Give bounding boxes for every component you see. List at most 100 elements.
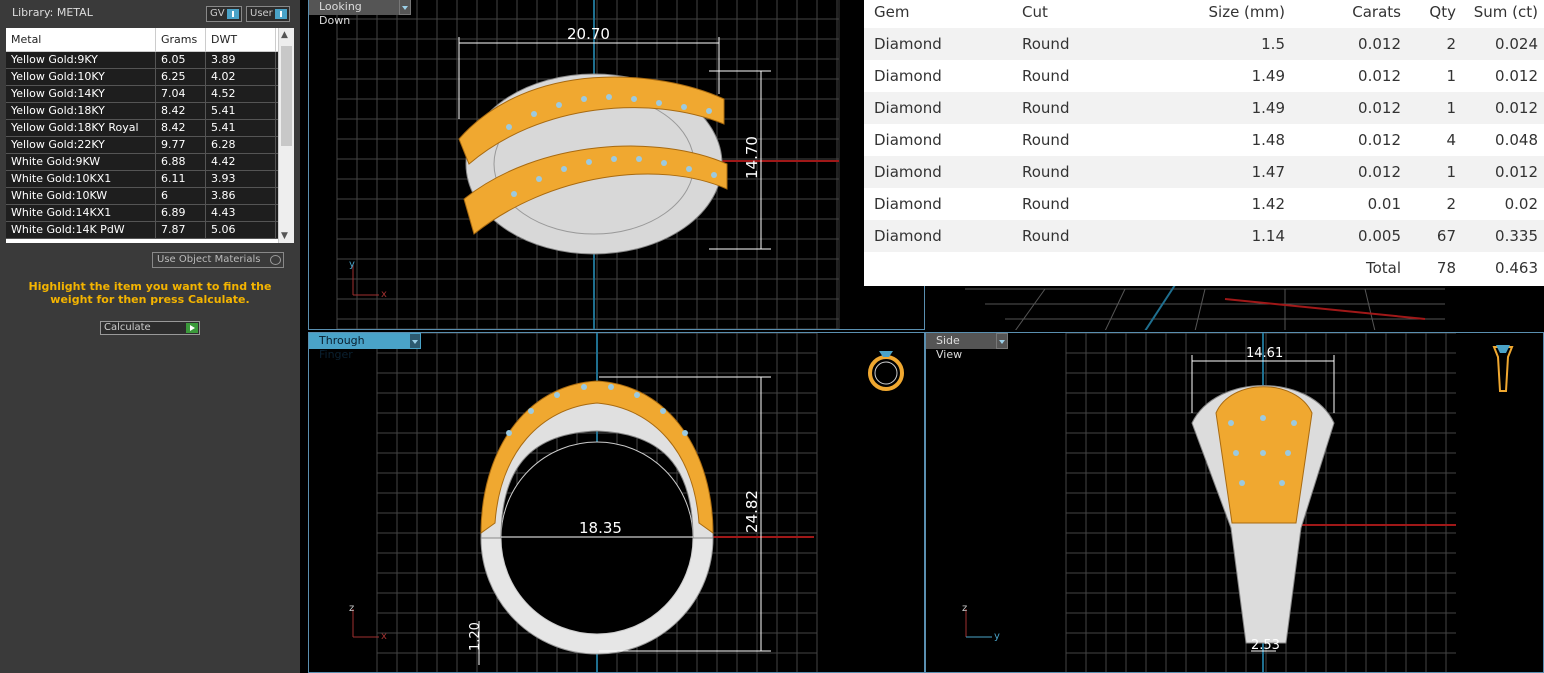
- carats-cell: 0.012: [1358, 99, 1401, 117]
- axis-z-label: z: [349, 603, 354, 614]
- grams-cell: 6.05: [156, 52, 206, 68]
- gem-cell: Diamond: [874, 35, 942, 53]
- qty-cell: 1: [1446, 99, 1456, 117]
- cut-cell: Cut: [1022, 3, 1048, 21]
- gem-cell: Diamond: [874, 99, 942, 117]
- metal-name-cell: White Gold:14K PdW: [6, 222, 156, 238]
- size-cell: 1.48: [1251, 131, 1285, 149]
- metal-name-cell: White Gold:10KX1: [6, 171, 156, 187]
- user-toggle[interactable]: User: [246, 6, 290, 22]
- gem-table-row: Diamond Round 1.48 0.012 4 0.048: [864, 124, 1544, 156]
- scroll-up-icon[interactable]: ▲: [281, 30, 288, 40]
- metal-table-scrollbar[interactable]: ▲ ▼: [278, 28, 294, 243]
- metal-table-row[interactable]: Yellow Gold:10KY 6.25 4.02: [6, 69, 294, 86]
- axis-x-label-2: x: [381, 631, 387, 642]
- gem-table-row: Diamond Round 1.42 0.01 2 0.02: [864, 188, 1544, 220]
- metal-table-row[interactable]: Yellow Gold:18KY Royal 8.42 5.41: [6, 120, 294, 137]
- gv-toggle[interactable]: GV: [206, 6, 242, 22]
- dwt-cell: 4.52: [206, 86, 276, 102]
- scroll-down-icon[interactable]: ▼: [281, 231, 288, 241]
- metal-name-cell: White Gold:14KX1: [6, 205, 156, 221]
- toggle-switch-icon: [227, 9, 239, 19]
- size-cell: 1.49: [1251, 67, 1285, 85]
- axis-z-label-2: z: [962, 603, 967, 614]
- user-toggle-label: User: [250, 8, 273, 19]
- front-view-canvas[interactable]: 18.35 24.82 1.20 z x: [309, 333, 925, 673]
- viewport-side-view[interactable]: 14.61 2.53 z y Side View: [925, 332, 1544, 673]
- gem-table-row: Diamond Round 1.14 0.005 67 0.335: [864, 220, 1544, 252]
- metal-table-row[interactable]: White Gold:14KX1 6.89 4.43: [6, 205, 294, 222]
- sum-cell: Sum (ct): [1473, 3, 1538, 21]
- radio-icon: [270, 255, 281, 265]
- dwt-cell: 3.93: [206, 171, 276, 187]
- chevron-down-icon[interactable]: [409, 333, 421, 349]
- gem-cell: Diamond: [874, 131, 942, 149]
- side-view-canvas[interactable]: 14.61 2.53 z y: [926, 333, 1544, 673]
- viewport-looking-down[interactable]: 20.70 14.70 y x Looking Down: [308, 0, 925, 330]
- dwt-cell: 4.02: [206, 69, 276, 85]
- gem-table-row: Diamond Round 1.49 0.012 1 0.012: [864, 92, 1544, 124]
- size-cell: 1.14: [1251, 227, 1285, 245]
- carats-cell: 0.012: [1358, 67, 1401, 85]
- grams-cell: 7.04: [156, 86, 206, 102]
- metal-table-row[interactable]: White Gold:10KW 6 3.86: [6, 188, 294, 205]
- top-view-canvas[interactable]: 20.70 14.70 y x: [309, 0, 925, 330]
- view-label-through-finger[interactable]: Through Finger: [309, 333, 421, 361]
- cut-cell: Round: [1022, 131, 1070, 149]
- carats-cell: 0.01: [1367, 195, 1401, 213]
- viewport-through-finger[interactable]: 18.35 24.82 1.20 z x Through Finger: [308, 332, 925, 673]
- metal-name-cell: Yellow Gold:18KY: [6, 103, 156, 119]
- use-object-materials-toggle[interactable]: Use Object Materials: [152, 252, 284, 268]
- chevron-down-icon[interactable]: [996, 333, 1008, 349]
- metal-table-row[interactable]: Yellow Gold:22KY 9.77 6.28: [6, 137, 294, 154]
- size-cell: 1.49: [1251, 99, 1285, 117]
- gem-table-row: Diamond Round 1.5 0.012 2 0.024: [864, 28, 1544, 60]
- sum-cell: 0.02: [1504, 195, 1538, 213]
- grams-cell: 6: [156, 188, 206, 204]
- column-header-metal[interactable]: Metal: [6, 28, 156, 51]
- view-label-looking-down[interactable]: Looking Down: [309, 0, 411, 27]
- grams-cell: 8.42: [156, 103, 206, 119]
- qty-cell: Qty: [1429, 3, 1456, 21]
- ring-thumbnail-icon: [868, 351, 904, 391]
- metal-name-cell: Yellow Gold:10KY: [6, 69, 156, 85]
- chevron-down-icon[interactable]: [399, 0, 411, 15]
- qty-cell: 1: [1446, 163, 1456, 181]
- metal-table-row[interactable]: Yellow Gold:9KY 6.05 3.89: [6, 52, 294, 69]
- app-window: Library: METAL GV User Metal Grams DWT Y…: [0, 0, 1544, 673]
- sum-cell: 0.024: [1495, 35, 1538, 53]
- carats-cell: 0.012: [1358, 163, 1401, 181]
- qty-cell: 4: [1446, 131, 1456, 149]
- dim-height-label-2: 24.82: [743, 490, 761, 533]
- library-title: Library: METAL: [12, 6, 93, 19]
- metal-table-row[interactable]: White Gold:9KW 6.88 4.42: [6, 154, 294, 171]
- column-header-dwt[interactable]: DWT: [206, 28, 276, 51]
- qty-cell: 67: [1436, 227, 1456, 245]
- dwt-cell: 5.41: [206, 103, 276, 119]
- carats-cell: 0.012: [1358, 35, 1401, 53]
- sum-cell: 0.048: [1495, 131, 1538, 149]
- column-header-grams[interactable]: Grams: [156, 28, 206, 51]
- calculate-button[interactable]: Calculate: [100, 321, 200, 335]
- scroll-thumb[interactable]: [281, 46, 292, 146]
- view-label-text: Side View: [936, 334, 963, 361]
- axis-y-label: y: [349, 259, 355, 270]
- metal-table-row[interactable]: White Gold:14K PdW 7.87 5.06: [6, 222, 294, 239]
- cut-cell: Round: [1022, 195, 1070, 213]
- metal-table[interactable]: Metal Grams DWT Yellow Gold:9KY 6.05 3.89 Y…: [6, 28, 294, 243]
- metal-table-row[interactable]: White Gold:10KX1 6.11 3.93: [6, 171, 294, 188]
- dwt-cell: 5.06: [206, 222, 276, 238]
- metal-name-cell: White Gold:9KW: [6, 154, 156, 170]
- gv-toggle-label: GV: [210, 8, 225, 19]
- view-label-side-view[interactable]: Side View: [926, 333, 1008, 361]
- metal-table-row[interactable]: Yellow Gold:14KY 7.04 4.52: [6, 86, 294, 103]
- qty-cell: 2: [1446, 195, 1456, 213]
- dwt-cell: 4.42: [206, 154, 276, 170]
- dwt-cell: 5.41: [206, 120, 276, 136]
- metal-name-cell: Yellow Gold:18KY Royal: [6, 120, 156, 136]
- cut-cell: Round: [1022, 99, 1070, 117]
- metal-table-row[interactable]: Yellow Gold:18KY 8.42 5.41: [6, 103, 294, 120]
- qty-cell: 78: [1436, 259, 1456, 277]
- carats-cell: Total: [1365, 259, 1401, 277]
- qty-cell: 1: [1446, 67, 1456, 85]
